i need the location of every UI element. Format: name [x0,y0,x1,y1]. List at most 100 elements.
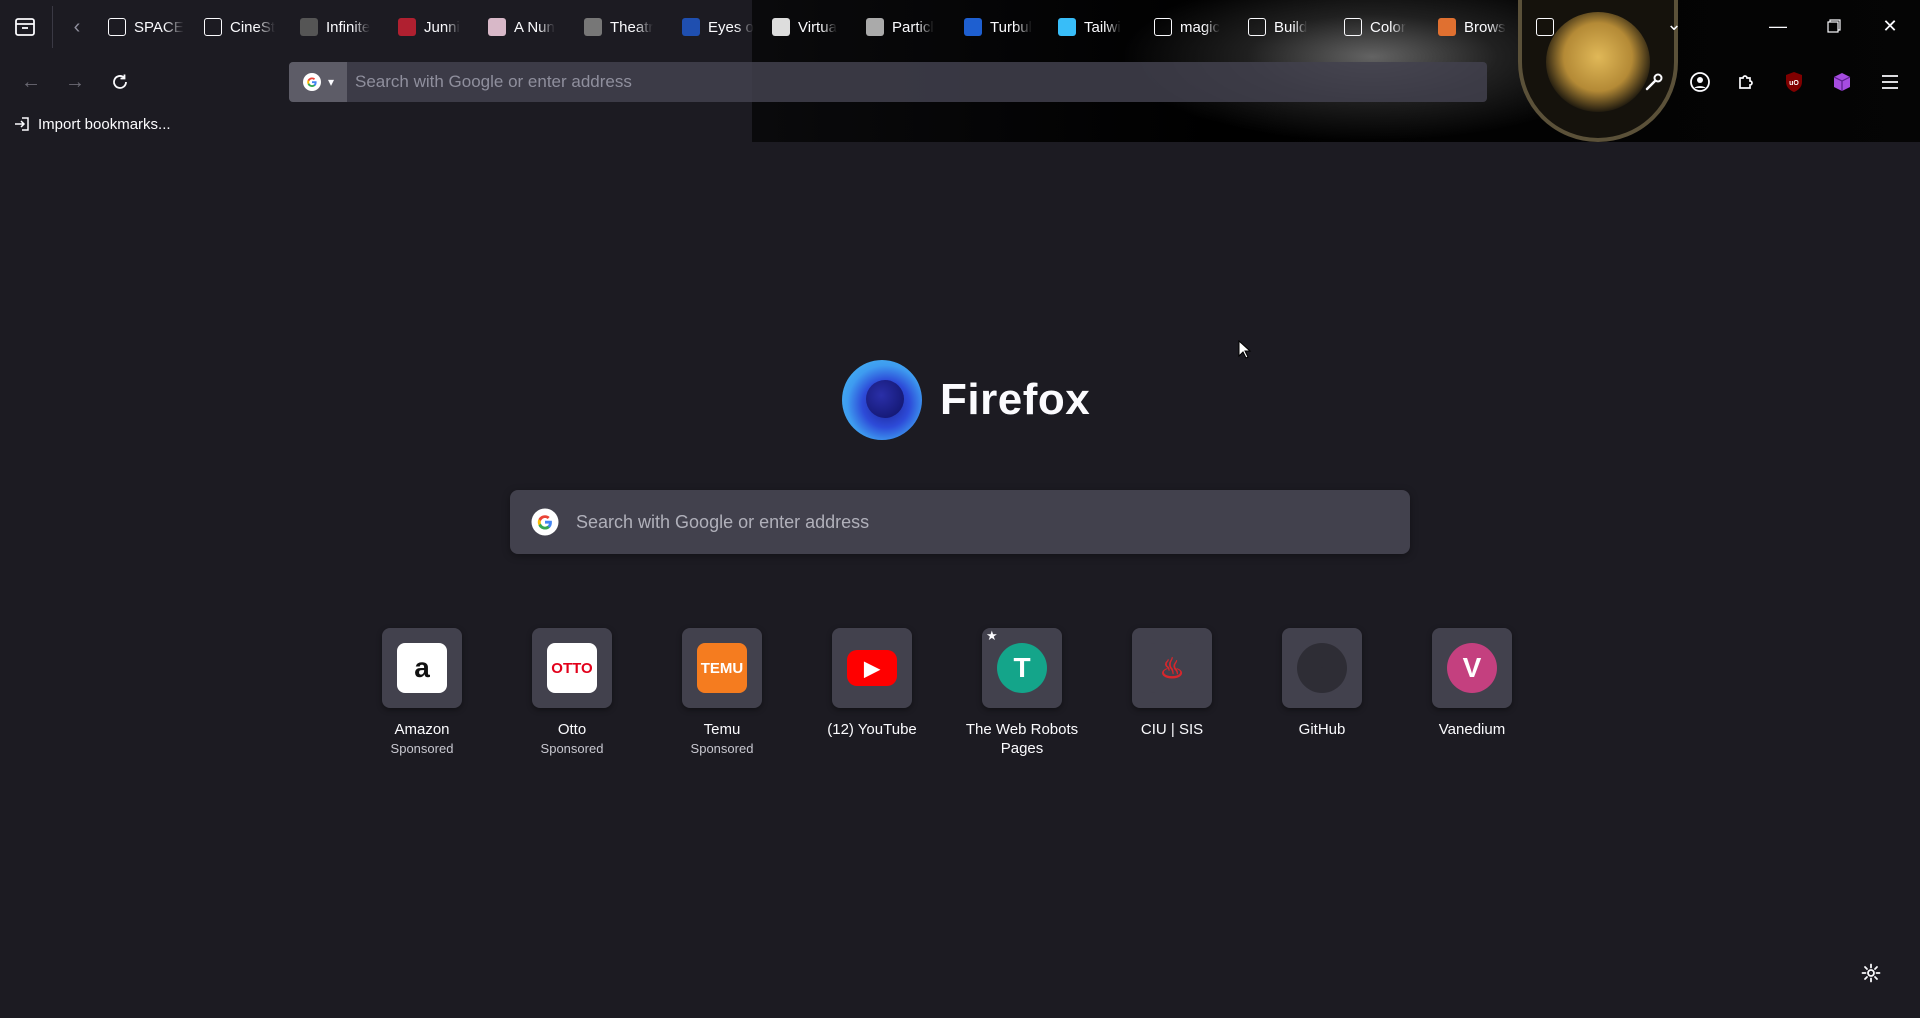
otto-icon: OTTO [547,643,597,693]
cube-extension-icon[interactable] [1826,66,1858,98]
tile-sponsored-label: Sponsored [390,741,454,756]
t-icon [964,18,982,36]
firefox-logo-wordmark: Firefox [842,358,1090,442]
tab-label: Theatr [610,18,654,36]
tab[interactable]: Brows [1438,12,1524,42]
firefox-logo-icon [842,360,922,440]
tab-label: Junni [424,18,460,36]
newtab-search-box[interactable] [510,490,1410,554]
newtab-search-input[interactable] [576,492,1410,552]
top-site-tile[interactable]: ★ T The Web Robots Pages [966,628,1078,758]
tile-icon-box: V [1432,628,1512,708]
google-icon [531,508,559,536]
tile-icon-box: ♨ [1132,628,1212,708]
restore-icon[interactable] [1818,10,1850,42]
tab[interactable] [1536,12,1576,42]
mouse-cursor-icon [1238,340,1252,359]
wrench-icon[interactable] [1638,66,1670,98]
top-site-tile[interactable]: V Vanedium [1432,628,1512,758]
tile-title: GitHub [1298,721,1346,738]
hamburger-menu-icon[interactable] [1874,66,1906,98]
google-icon [1154,18,1172,36]
tab-label: Infinite [326,18,371,36]
letter-v-icon: V [1447,643,1497,693]
tab[interactable]: Tailwi [1058,12,1144,42]
top-site-tile[interactable]: TEMU Temu Sponsored [682,628,762,758]
tile-title: Temu [703,721,741,738]
tab-label: Turbul [990,18,1032,36]
temu-icon: TEMU [697,643,747,693]
junni-icon [398,18,416,36]
firefox-view-icon [15,18,35,36]
tab-label: CineSt [230,18,276,36]
tab[interactable]: A Nun [488,12,574,42]
personalize-settings-gear-icon[interactable] [1856,958,1886,988]
tab-label: Brows [1464,18,1506,36]
tab-label: Virtua [798,18,837,36]
firefox-view-button[interactable] [12,14,38,40]
tab-label: Tailwi [1084,18,1121,36]
tile-icon-box: TEMU [682,628,762,708]
amazon-icon: a [397,643,447,693]
tile-icon-box: ● [1282,628,1362,708]
tile-icon-box: a [382,628,462,708]
tile-title: The Web Robots Pages [965,721,1079,757]
tab[interactable]: CineSt [204,12,290,42]
theatre-icon [584,18,602,36]
import-icon [15,117,29,131]
top-site-tile[interactable]: OTTO Otto Sponsored [532,628,612,758]
top-site-tile[interactable]: ▶ (12) YouTube [827,628,917,758]
minimize-icon[interactable]: — [1762,10,1794,42]
tile-icon-box: OTTO [532,628,612,708]
tab[interactable]: Turbul [964,12,1050,42]
search-engine-selector[interactable]: ▾ [289,62,347,102]
close-window-icon[interactable]: ✕ [1874,10,1906,42]
x-icon [108,18,126,36]
tab[interactable]: magic [1154,12,1240,42]
tile-title: Otto [557,721,587,738]
virtual-icon [772,18,790,36]
particle-icon [866,18,884,36]
extensions-puzzle-icon[interactable] [1730,66,1762,98]
tab[interactable]: Infinite [300,12,386,42]
pin-icon: ★ [986,628,998,643]
reload-button[interactable] [105,67,135,97]
tab[interactable]: Particl [866,12,952,42]
top-sites-grid: a Amazon Sponsored OTTO Otto Sponsored TEMU Tem… [382,628,1512,758]
tab[interactable]: Junni [398,12,484,42]
pen-icon [1248,18,1266,36]
top-site-tile[interactable]: a Amazon Sponsored [382,628,462,758]
nasa-icon [682,18,700,36]
import-bookmarks-button[interactable]: Import bookmarks... [14,114,171,134]
browse-icon [1438,18,1456,36]
account-icon[interactable] [1684,66,1716,98]
dash-icon [300,18,318,36]
nun-icon [488,18,506,36]
tab[interactable]: Build [1248,12,1334,42]
address-input[interactable] [347,62,1487,102]
forward-button[interactable]: → [60,67,90,97]
list-all-tabs-chevron-down-icon[interactable]: ⌄ [1662,14,1686,38]
tab-label: Eyes o [708,18,754,36]
chevron-down-icon: ▾ [327,75,335,89]
tab-label: SPACE [134,18,184,36]
tab[interactable]: Virtua [772,12,858,42]
top-site-tile[interactable]: ● GitHub [1282,628,1362,758]
top-site-tile[interactable]: ♨ CIU | SIS [1132,628,1212,758]
tile-sponsored-label: Sponsored [540,741,604,756]
tab-label: Build [1274,18,1308,36]
youtube-icon: ▶ [847,650,897,686]
letter-t-icon: T [997,643,1047,693]
tab-scroll-left-icon[interactable]: ‹ [66,15,88,39]
tab[interactable]: Color [1344,12,1430,42]
ublock-origin-icon[interactable]: uO [1778,66,1810,98]
tab[interactable]: Eyes o [682,12,768,42]
url-bar[interactable]: ▾ [289,62,1487,102]
tab[interactable]: SPACE [108,12,194,42]
tab[interactable]: Theatr [584,12,670,42]
tile-sponsored-label: Sponsored [690,741,754,756]
google-icon [302,73,321,91]
svg-text:uO: uO [1789,80,1799,87]
tailwind-icon [1058,18,1076,36]
back-button[interactable]: ← [16,67,46,97]
